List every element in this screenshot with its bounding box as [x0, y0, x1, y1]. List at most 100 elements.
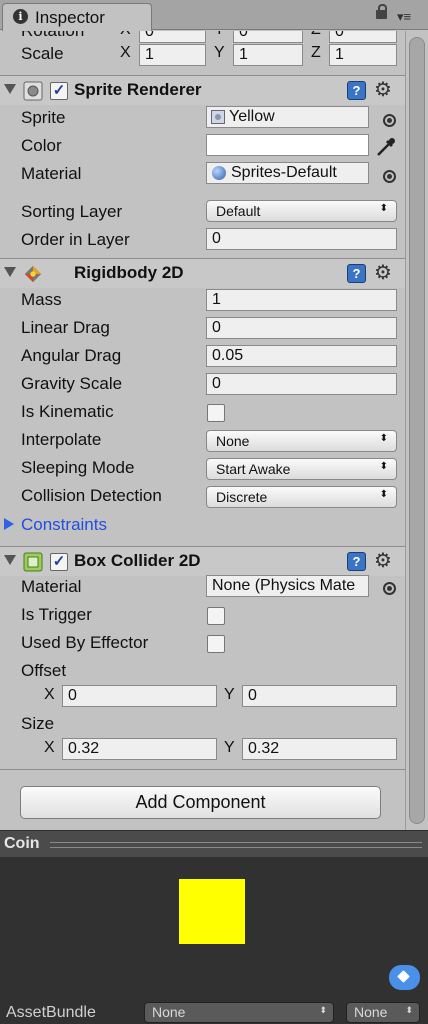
- size-y-field[interactable]: 0.32: [242, 738, 397, 760]
- is-trigger-checkbox[interactable]: [207, 607, 225, 625]
- sorting-layer-value: Default: [216, 203, 261, 219]
- assetbundle-variant-dropdown[interactable]: None ⬍: [346, 1002, 420, 1023]
- sorting-layer-dropdown[interactable]: Default ⬍: [206, 200, 397, 222]
- dropdown-arrows-icon: ⬍: [379, 433, 388, 444]
- physics-material-field[interactable]: None (Physics Mate: [206, 575, 369, 597]
- expand-arrow-icon[interactable]: [4, 518, 14, 530]
- sprite-preview: [179, 879, 245, 944]
- is-kinematic-row: Is Kinematic: [0, 399, 405, 427]
- linear-drag-field[interactable]: 0: [206, 317, 397, 339]
- dropdown-arrows-icon: ⬍: [379, 489, 388, 500]
- preview-title: Coin: [4, 835, 40, 852]
- sprite-renderer-header[interactable]: ✓ Sprite Renderer ? ⚙: [0, 75, 405, 105]
- gravity-scale-field[interactable]: 0: [206, 373, 397, 395]
- collision-detection-row: Collision Detection Discrete ⬍: [0, 483, 405, 511]
- foldout-arrow-icon[interactable]: [4, 555, 16, 565]
- sleeping-mode-row: Sleeping Mode Start Awake ⬍: [0, 455, 405, 483]
- material-row: Material Sprites-Default: [0, 161, 405, 189]
- rotation-x-axis: X: [120, 31, 131, 39]
- mass-label: Mass: [21, 290, 62, 309]
- color-row: Color: [0, 133, 405, 161]
- foldout-arrow-icon[interactable]: [4, 84, 16, 94]
- size-row: X 0.32 Y 0.32: [0, 736, 405, 764]
- tab-menu-icon[interactable]: ▾≡: [397, 9, 411, 25]
- constraints-foldout[interactable]: Constraints: [21, 515, 107, 535]
- box-collider-enabled-checkbox[interactable]: ✓: [50, 553, 68, 571]
- dropdown-arrows-icon: ⬍: [319, 1005, 327, 1015]
- used-by-effector-checkbox[interactable]: [207, 635, 225, 653]
- sleeping-mode-label: Sleeping Mode: [21, 458, 135, 477]
- gear-icon[interactable]: ⚙: [374, 260, 392, 285]
- order-in-layer-label: Order in Layer: [21, 230, 130, 249]
- sorting-layer-row: Sorting Layer Default ⬍: [0, 199, 405, 227]
- object-picker-icon[interactable]: [383, 114, 396, 127]
- offset-row: X 0 Y 0: [0, 683, 405, 711]
- color-label: Color: [21, 136, 62, 155]
- scrollbar-thumb[interactable]: [409, 37, 425, 824]
- order-in-layer-field[interactable]: 0: [206, 228, 397, 250]
- size-x-axis: X: [44, 739, 55, 756]
- sorting-layer-label: Sorting Layer: [21, 202, 123, 221]
- rigidbody-icon: [24, 265, 42, 283]
- assetbundle-value: None: [152, 1004, 186, 1020]
- size-label: Size: [21, 714, 55, 733]
- preview-area: AssetBundle None ⬍ None ⬍: [0, 857, 428, 1024]
- object-picker-icon[interactable]: [383, 582, 396, 595]
- mass-row: Mass 1: [0, 287, 405, 315]
- rigidbody-2d-title: Rigidbody 2D: [74, 263, 184, 282]
- label-tag-icon[interactable]: [389, 965, 420, 990]
- scale-y-axis: Y: [214, 44, 225, 61]
- angular-drag-field[interactable]: 0.05: [206, 345, 397, 367]
- object-picker-icon[interactable]: [383, 170, 396, 183]
- tab-inspector[interactable]: i Inspector: [2, 3, 152, 31]
- size-x-field[interactable]: 0.32: [62, 738, 217, 760]
- box-collider-2d-header[interactable]: ✓ Box Collider 2D ? ⚙: [0, 546, 405, 576]
- constraints-row[interactable]: Constraints: [0, 512, 405, 540]
- eyedropper-icon[interactable]: [375, 136, 397, 158]
- help-icon[interactable]: ?: [347, 552, 366, 571]
- gear-icon[interactable]: ⚙: [374, 548, 392, 573]
- sprite-object-field[interactable]: Yellow: [206, 106, 369, 128]
- scale-z-field[interactable]: 1: [329, 44, 397, 66]
- assetbundle-dropdown[interactable]: None ⬍: [144, 1002, 334, 1023]
- sprite-renderer-title: Sprite Renderer: [74, 80, 202, 99]
- help-icon[interactable]: ?: [347, 81, 366, 100]
- rotation-z-axis: Z: [311, 31, 321, 39]
- preview-header[interactable]: Coin: [0, 830, 428, 857]
- material-sphere-icon: [212, 166, 226, 180]
- is-kinematic-checkbox[interactable]: [207, 404, 225, 422]
- tab-bar: i Inspector ▾≡: [0, 0, 428, 31]
- scale-row: Scale X 1 Y 1 Z 1: [0, 41, 405, 69]
- interpolate-label: Interpolate: [21, 430, 102, 449]
- components-divider: [0, 769, 405, 770]
- assetbundle-variant-value: None: [354, 1004, 388, 1020]
- sprite-renderer-enabled-checkbox[interactable]: ✓: [50, 82, 68, 100]
- scale-label: Scale: [21, 44, 64, 63]
- resize-grip[interactable]: [50, 842, 422, 848]
- inspector-scrollbar[interactable]: [405, 31, 428, 830]
- lock-icon[interactable]: [376, 4, 387, 19]
- offset-x-field[interactable]: 0: [62, 685, 217, 707]
- sprite-renderer-icon: [23, 81, 43, 101]
- material-object-field[interactable]: Sprites-Default: [206, 162, 369, 184]
- interpolate-row: Interpolate None ⬍: [0, 427, 405, 455]
- sleeping-mode-dropdown[interactable]: Start Awake ⬍: [206, 458, 397, 480]
- dropdown-arrows-icon: ⬍: [379, 203, 388, 214]
- color-swatch[interactable]: [206, 134, 369, 156]
- interpolate-dropdown[interactable]: None ⬍: [206, 430, 397, 452]
- add-component-button[interactable]: Add Component: [20, 786, 381, 819]
- foldout-arrow-icon[interactable]: [4, 267, 16, 277]
- material-label: Material: [21, 164, 82, 183]
- help-icon[interactable]: ?: [347, 264, 366, 283]
- angular-drag-label: Angular Drag: [21, 346, 122, 365]
- inspector-panel: Rotation X 0 Y 0 Z 0 Scale X 1 Y 1 Z 1 ✓…: [0, 31, 405, 830]
- offset-y-field[interactable]: 0: [242, 685, 397, 707]
- mass-field[interactable]: 1: [206, 289, 397, 311]
- offset-label: Offset: [21, 661, 67, 680]
- gear-icon[interactable]: ⚙: [374, 77, 392, 102]
- scale-y-field[interactable]: 1: [233, 44, 303, 66]
- collision-detection-dropdown[interactable]: Discrete ⬍: [206, 486, 397, 508]
- used-by-effector-row: Used By Effector: [0, 630, 405, 658]
- rigidbody-2d-header[interactable]: Rigidbody 2D ? ⚙: [0, 258, 405, 288]
- scale-x-field[interactable]: 1: [139, 44, 206, 66]
